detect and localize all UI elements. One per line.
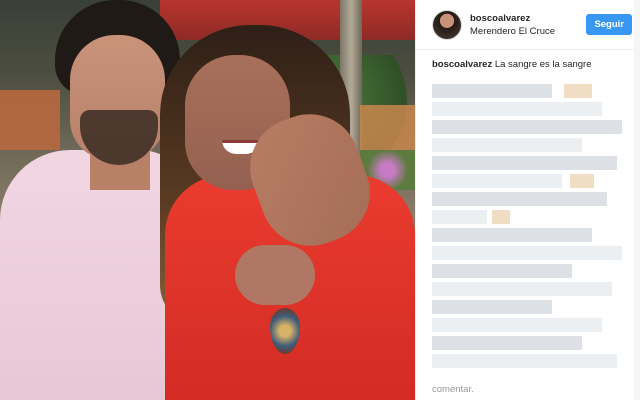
blurred-comment-line: [432, 138, 582, 152]
comment-input[interactable]: comentar.: [432, 384, 474, 395]
blurred-comment-line: [432, 318, 602, 332]
blurred-comment-line: [492, 210, 510, 224]
follow-button[interactable]: Seguir: [586, 14, 632, 35]
blurred-comment-line: [432, 84, 552, 98]
blurred-comment-line: [432, 210, 487, 224]
blurred-comment-line: [432, 354, 617, 368]
caption-username[interactable]: boscoalvarez: [432, 59, 492, 70]
background-chairs: [0, 90, 60, 150]
caption: boscoalvarez La sangre es la sangre: [416, 50, 640, 71]
blurred-comment-line: [432, 300, 552, 314]
blurred-comment-line: [432, 336, 582, 350]
clasped-hands: [235, 245, 315, 305]
header-username[interactable]: boscoalvarez: [470, 12, 555, 25]
post-header: boscoalvarez Merendero El Cruce Seguir: [416, 0, 640, 50]
location-link[interactable]: Merendero El Cruce: [470, 25, 555, 38]
blurred-comment-line: [432, 192, 607, 206]
post-sidebar: boscoalvarez Merendero El Cruce Seguir b…: [415, 0, 640, 400]
blurred-comment-line: [432, 120, 622, 134]
caption-text: La sangre es la sangre: [494, 59, 592, 70]
user-info: boscoalvarez Merendero El Cruce: [470, 12, 555, 38]
blurred-comment-line: [432, 102, 602, 116]
blurred-comment-line: [432, 156, 617, 170]
blurred-comment-line: [570, 174, 594, 188]
blurred-comment-line: [432, 264, 572, 278]
scrollbar[interactable]: [634, 0, 640, 400]
user-avatar[interactable]: [432, 9, 462, 40]
blurred-comment-line: [432, 228, 592, 242]
blurred-comment-line: [564, 84, 592, 98]
blurred-comment-line: [432, 246, 622, 260]
blurred-comment-line: [432, 174, 562, 188]
blurred-comments: [432, 72, 638, 382]
blurred-comment-line: [432, 282, 612, 296]
instagram-post: boscoalvarez Merendero El Cruce Seguir b…: [0, 0, 640, 400]
post-photo[interactable]: [0, 0, 415, 400]
